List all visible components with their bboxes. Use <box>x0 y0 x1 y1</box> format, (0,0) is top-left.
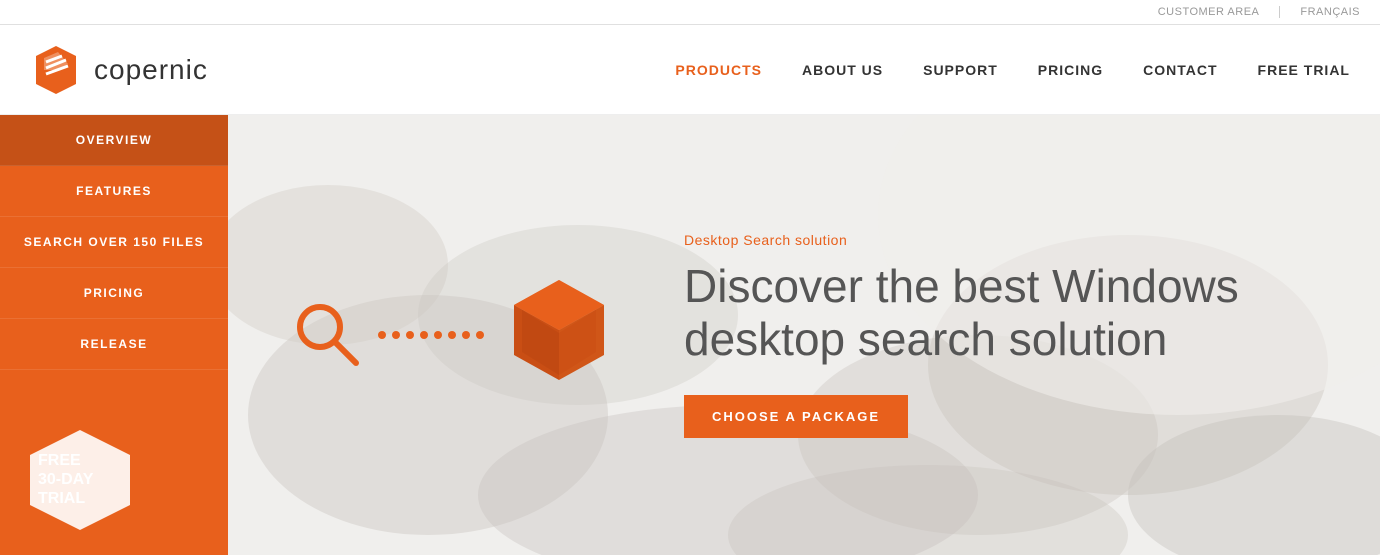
header: copernic PRODUCTS ABOUT US SUPPORT PRICI… <box>0 25 1380 115</box>
hero-illustration <box>288 270 624 400</box>
sidebar-item-release[interactable]: RELEASE <box>0 319 228 370</box>
choose-package-button[interactable]: CHOOSE A PACKAGE <box>684 395 908 438</box>
badge-hexagon: FREE 30-DAY TRIAL <box>20 425 140 535</box>
logo-icon <box>30 44 82 96</box>
utility-bar: CUSTOMER AREA FRANÇAIS <box>0 0 1380 25</box>
dot-2 <box>392 331 400 339</box>
hero-text: Desktop Search solution Discover the bes… <box>684 232 1320 439</box>
nav-products[interactable]: PRODUCTS <box>675 62 762 78</box>
utility-divider <box>1279 6 1280 18</box>
logo[interactable]: copernic <box>30 44 208 96</box>
nav-about-us[interactable]: ABOUT US <box>802 62 883 78</box>
hero-subtitle: Desktop Search solution <box>684 232 1320 248</box>
hero-content: Desktop Search solution Discover the bes… <box>228 115 1380 555</box>
page-body: OVERVIEW FEATURES SEARCH OVER 150 FILES … <box>0 115 1380 555</box>
hero-section: Desktop Search solution Discover the bes… <box>228 115 1380 555</box>
sidebar-nav: OVERVIEW FEATURES SEARCH OVER 150 FILES … <box>0 115 228 370</box>
dot-7 <box>462 331 470 339</box>
search-hero-icon <box>288 295 368 375</box>
sidebar-item-overview[interactable]: OVERVIEW <box>0 115 228 166</box>
free-trial-badge: FREE 30-DAY TRIAL <box>0 405 228 555</box>
customer-area-link[interactable]: CUSTOMER AREA <box>1158 6 1260 18</box>
sidebar-item-pricing[interactable]: PRICING <box>0 268 228 319</box>
badge-text: FREE 30-DAY TRIAL <box>38 451 93 509</box>
dot-6 <box>448 331 456 339</box>
main-nav: PRODUCTS ABOUT US SUPPORT PRICING CONTAC… <box>675 62 1350 78</box>
dot-8 <box>476 331 484 339</box>
dot-1 <box>378 331 386 339</box>
sidebar: OVERVIEW FEATURES SEARCH OVER 150 FILES … <box>0 115 228 555</box>
hero-title: Discover the best Windows desktop search… <box>684 260 1320 366</box>
dot-5 <box>434 331 442 339</box>
dot-3 <box>406 331 414 339</box>
francais-link[interactable]: FRANÇAIS <box>1300 6 1360 18</box>
sidebar-item-features[interactable]: FEATURES <box>0 166 228 217</box>
logo-text: copernic <box>94 54 208 86</box>
nav-pricing[interactable]: PRICING <box>1038 62 1103 78</box>
nav-support[interactable]: SUPPORT <box>923 62 998 78</box>
dot-4 <box>420 331 428 339</box>
nav-contact[interactable]: CONTACT <box>1143 62 1217 78</box>
product-box-icon <box>494 270 624 400</box>
nav-free-trial[interactable]: FREE TRIAL <box>1258 62 1350 78</box>
dots-connector <box>378 331 484 339</box>
sidebar-item-search-files[interactable]: SEARCH OVER 150 FILES <box>0 217 228 268</box>
